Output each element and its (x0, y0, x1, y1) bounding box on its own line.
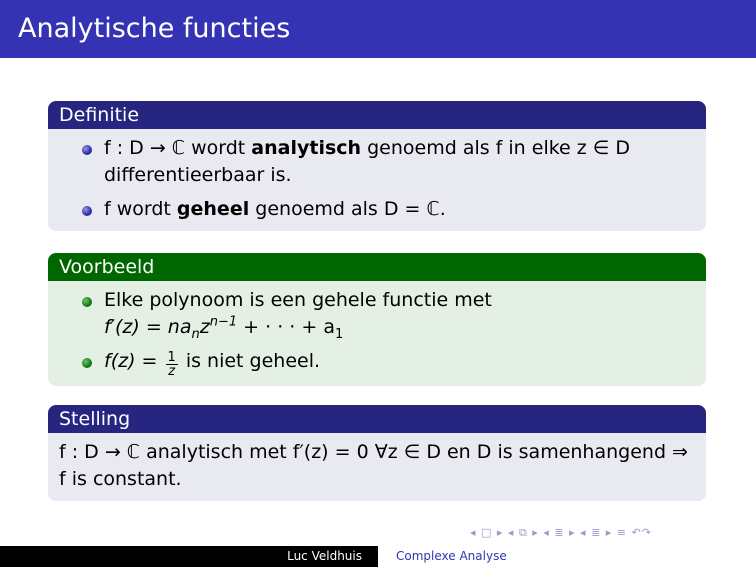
bullet-icon (82, 206, 92, 216)
theorem-title: Stelling (48, 405, 706, 433)
list-item: f : D → ℂ wordt analytisch genoemd als f… (60, 135, 694, 189)
list-item: Elke polynoom is een gehele functie met … (60, 287, 694, 341)
example-block: Voorbeeld Elke polynoom is een gehele fu… (48, 253, 706, 386)
example-title: Voorbeeld (48, 253, 706, 281)
bullet-icon (82, 145, 92, 155)
footer-author: Luc Veldhuis (0, 546, 378, 567)
list-item: f(z) = 1z is niet geheel. (60, 348, 694, 378)
list-item: f wordt geheel genoemd als D = ℂ. (60, 196, 694, 223)
term-geheel: geheel (176, 198, 250, 220)
fraction: 1z (165, 350, 178, 379)
footer-title: Complexe Analyse (378, 546, 756, 567)
definition-title: Definitie (48, 101, 706, 129)
bullet-icon (82, 358, 92, 368)
example-body: Elke polynoom is een gehele functie met … (48, 281, 706, 386)
definition-body: f : D → ℂ wordt analytisch genoemd als f… (48, 129, 706, 231)
theorem-body: f : D → ℂ analytisch met f′(z) = 0 ∀z ∈ … (48, 433, 706, 501)
footer: Luc Veldhuis Complexe Analyse (0, 546, 756, 567)
bullet-icon (82, 297, 92, 307)
navigation-icons[interactable]: ◂ □ ▸ ◂ ⧉ ▸ ◂ ≣ ▸ ◂ ≣ ▸ ≡ ↶↷ (470, 526, 652, 540)
theorem-block: Stelling f : D → ℂ analytisch met f′(z) … (48, 405, 706, 501)
definition-block: Definitie f : D → ℂ wordt analytisch gen… (48, 101, 706, 231)
derivative-formula: f′(z) = nanzn−1 + · · · + a1 (104, 314, 344, 342)
frame-title: Analytische functies (0, 0, 756, 58)
term-analytisch: analytisch (251, 137, 362, 159)
